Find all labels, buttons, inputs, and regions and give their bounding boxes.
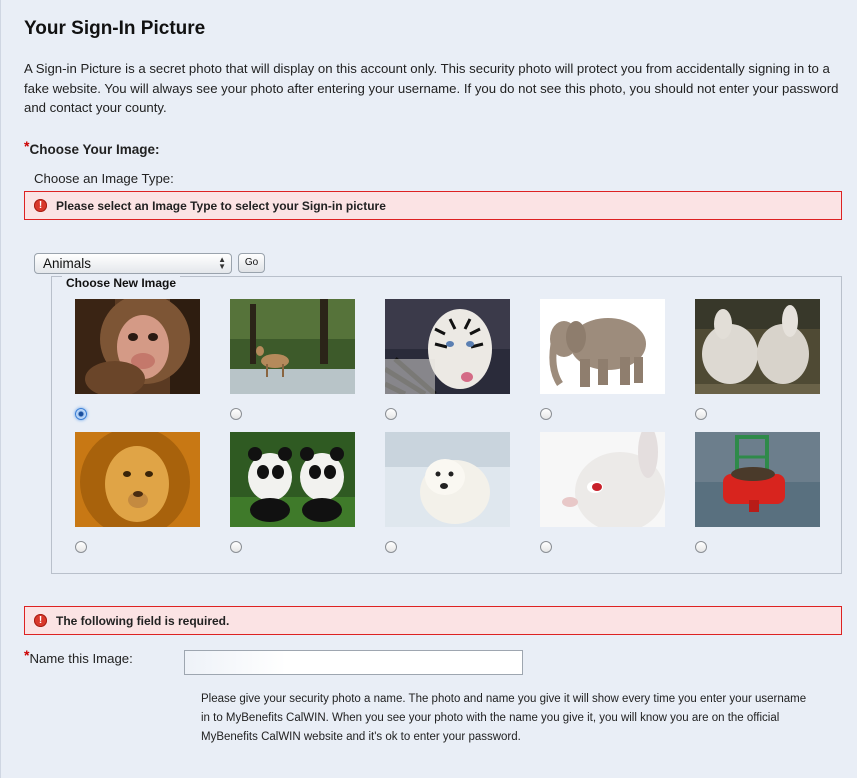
image-radio-6[interactable] <box>75 541 87 553</box>
image-type-error-text: Please select an Image Type to select yo… <box>56 198 386 213</box>
image-pandas[interactable] <box>230 432 355 527</box>
image-elephant[interactable] <box>540 299 665 394</box>
error-icon: ! <box>34 199 47 212</box>
image-radio-10[interactable] <box>695 541 707 553</box>
image-white-tiger[interactable] <box>385 299 510 394</box>
name-image-input[interactable] <box>184 650 523 675</box>
select-arrows-icon: ▲ ▼ <box>218 255 226 271</box>
image-deer[interactable] <box>230 299 355 394</box>
sign-in-picture-page: Your Sign-In Picture A Sign-in Picture i… <box>0 0 857 778</box>
image-lion[interactable] <box>75 432 200 527</box>
image-radio-3[interactable] <box>385 408 397 420</box>
image-radio-7[interactable] <box>230 541 242 553</box>
go-button[interactable]: Go <box>238 253 265 273</box>
image-type-error: ! Please select an Image Type to select … <box>24 191 842 220</box>
name-image-label: *Name this Image: <box>24 647 133 666</box>
name-image-label-text: Name this Image: <box>29 651 133 666</box>
page-title: Your Sign-In Picture <box>24 18 206 39</box>
image-sea-lion-buoy[interactable] <box>695 432 820 527</box>
field-required-error-text: The following field is required. <box>56 613 230 628</box>
error-icon: ! <box>34 614 47 627</box>
intro-text: A Sign-in Picture is a secret photo that… <box>24 61 839 115</box>
image-type-select-value: Animals <box>43 256 92 271</box>
image-type-select[interactable]: Animals ▲ ▼ <box>34 253 232 274</box>
image-radio-9[interactable] <box>540 541 552 553</box>
choose-image-label: Choose Your Image: <box>29 142 160 157</box>
name-help-text: Please give your security photo a name. … <box>201 693 807 743</box>
field-required-error: ! The following field is required. <box>24 606 842 635</box>
required-marker: * <box>24 647 30 663</box>
image-radio-1[interactable] <box>75 408 87 420</box>
required-marker: * <box>24 138 30 154</box>
choose-new-image-legend: Choose New Image <box>62 276 181 290</box>
image-polar-bear[interactable] <box>385 432 510 527</box>
image-radio-8[interactable] <box>385 541 397 553</box>
image-radio-4[interactable] <box>540 408 552 420</box>
image-monkey[interactable] <box>75 299 200 394</box>
choose-image-heading: *Choose Your Image: <box>24 138 160 157</box>
image-radio-2[interactable] <box>230 408 242 420</box>
image-type-label: Choose an Image Type: <box>34 171 174 186</box>
image-radio-5[interactable] <box>695 408 707 420</box>
image-white-rabbit[interactable] <box>540 432 665 527</box>
image-white-horses[interactable] <box>695 299 820 394</box>
